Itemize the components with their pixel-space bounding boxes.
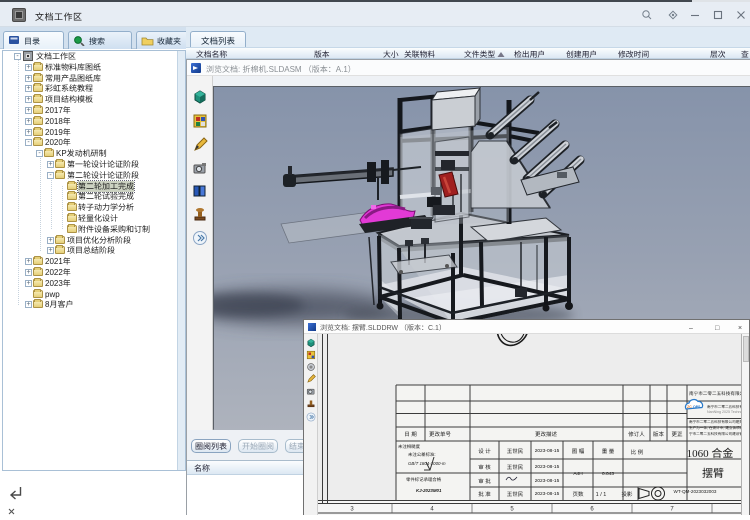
svg-text:KJ-2023M01: KJ-2023M01 (416, 488, 442, 494)
svg-text:2023-08-15: 2023-08-15 (535, 490, 560, 497)
svg-text:日 期: 日 期 (404, 430, 417, 438)
svg-text:页数: 页数 (572, 490, 584, 498)
svg-text:1 / 1: 1 / 1 (596, 490, 607, 498)
svg-text:宁市二零二五科技有限公司建设管理规范: 宁市二零二五科技有限公司建设管理规范 (689, 431, 742, 437)
svg-text:修订人: 修订人 (628, 430, 645, 438)
svg-text:NanNing 2025 Technology: NanNing 2025 Technology (707, 410, 742, 415)
svg-text:版本: 版本 (653, 430, 665, 438)
svg-text:南宁市二零二五科技有限公司: 南宁市二零二五科技有限公司 (689, 391, 742, 397)
svg-text:OPS: OPS (693, 405, 701, 410)
svg-text:2023-08-15: 2023-08-15 (535, 477, 560, 484)
svg-text:投影: 投影 (621, 490, 633, 498)
svg-text:更改描述: 更改描述 (535, 430, 558, 438)
svg-text:2023-08-15: 2023-08-15 (535, 447, 560, 454)
svg-text:设 计: 设 计 (478, 447, 491, 455)
svg-text:审 批: 审 批 (478, 477, 491, 485)
svg-text:1060 合金: 1060 合金 (687, 445, 734, 461)
svg-text:未注公差标准:: 未注公差标准: (408, 452, 436, 458)
svg-text:2023-08-15: 2023-08-15 (535, 463, 560, 470)
svg-text:摆臂: 摆臂 (702, 465, 724, 481)
svg-text:更改单号: 更改单号 (429, 430, 452, 438)
svg-text:王世民: 王世民 (507, 490, 524, 498)
svg-text:图 幅: 图 幅 (572, 447, 585, 455)
svg-text:南宁市二零二五科技有限公司是集研发和: 南宁市二零二五科技有限公司是集研发和 (689, 419, 742, 425)
svg-text:重 量: 重 量 (602, 447, 615, 455)
svg-text:未注相糙度: 未注相糙度 (398, 444, 421, 450)
svg-text:更正: 更正 (671, 430, 683, 438)
svg-text:零件标记承理合格: 零件标记承理合格 (406, 477, 442, 483)
svg-text:比 例: 比 例 (631, 448, 644, 456)
svg-text:A4H: A4H (573, 470, 583, 477)
svg-text:王世民: 王世民 (507, 463, 524, 471)
svg-text:批 准: 批 准 (478, 490, 491, 498)
svg-text:审 核: 审 核 (478, 463, 491, 471)
svg-text:王世民: 王世民 (507, 447, 524, 455)
svg-text:WT-QM-2023032003: WT-QM-2023032003 (674, 489, 717, 495)
svg-text:0.043: 0.043 (602, 470, 614, 477)
svg-text:生产为一体, 在设计中, 建立该项目的特: 生产为一体, 在设计中, 建立该项目的特 (689, 425, 742, 431)
svg-text:ZC: ZC (687, 405, 692, 410)
